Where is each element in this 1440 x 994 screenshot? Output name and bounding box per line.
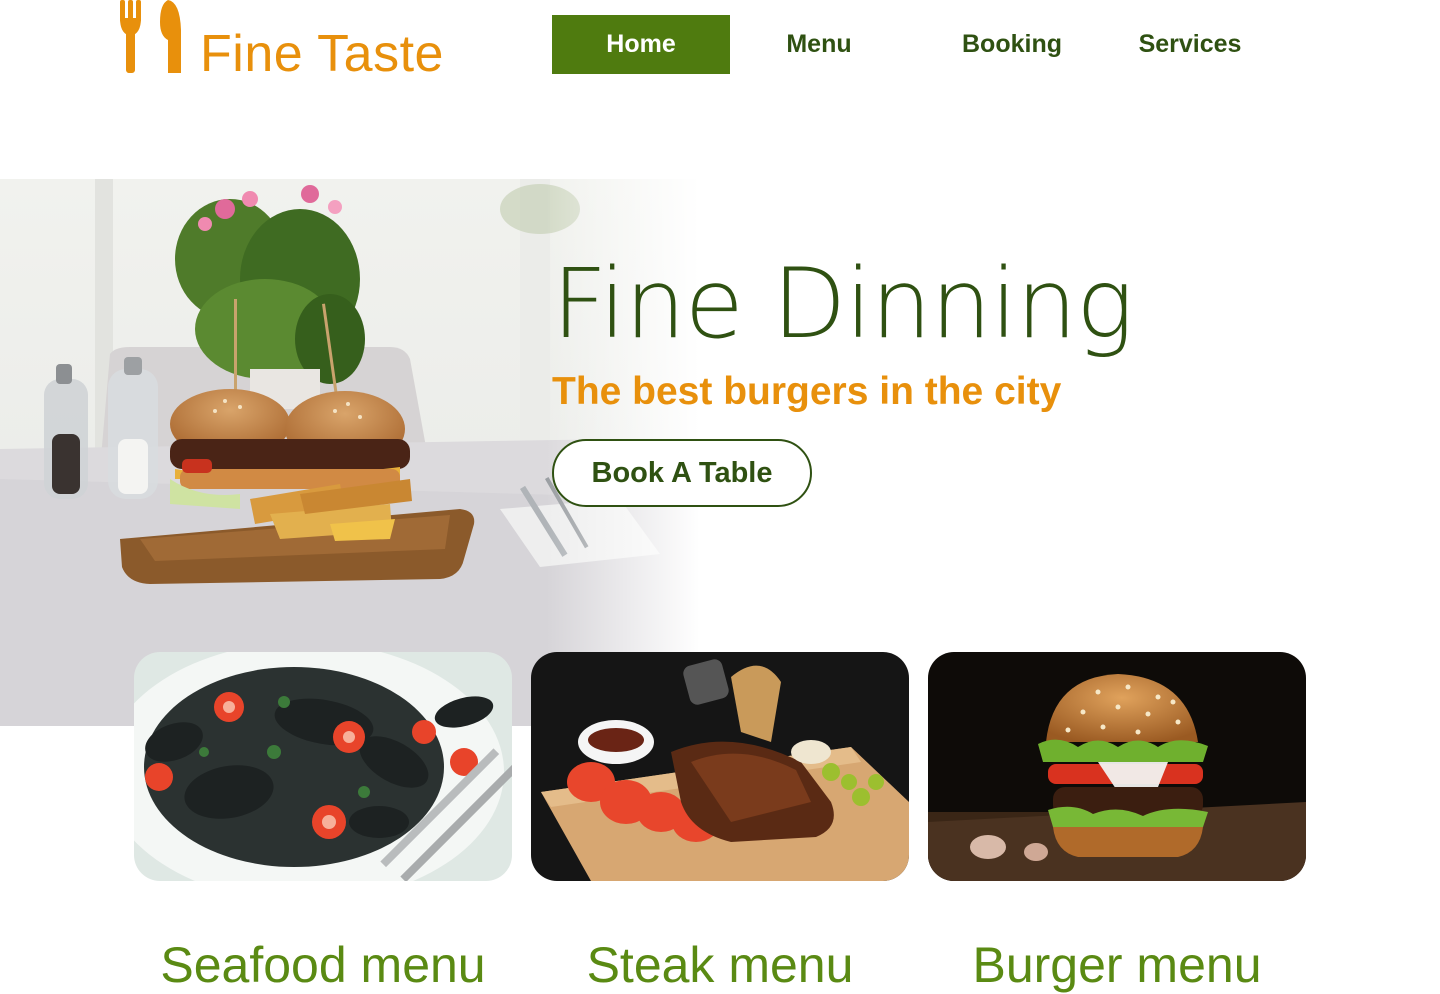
nav-item-booking[interactable]: Booking — [932, 15, 1092, 74]
seafood-menu-title[interactable]: Seafood menu — [134, 936, 512, 994]
fork-knife-icon — [120, 0, 181, 73]
brand-name: Fine Taste — [200, 25, 444, 83]
nav-item-services[interactable]: Services — [1110, 15, 1270, 74]
hero-subtitle: The best burgers in the city — [552, 370, 1062, 413]
steak-menu-card[interactable] — [531, 652, 909, 881]
nav-item-menu[interactable]: Menu — [730, 15, 908, 74]
nav-item-home[interactable]: Home — [552, 15, 730, 74]
burger-menu-title[interactable]: Burger menu — [928, 936, 1306, 994]
book-table-button[interactable]: Book A Table — [552, 439, 812, 507]
seafood-menu-card[interactable] — [134, 652, 512, 881]
mussels-pasta-photo — [134, 652, 512, 881]
burger-menu-card[interactable] — [928, 652, 1306, 881]
steak-menu-title[interactable]: Steak menu — [531, 936, 909, 994]
hero-title: Fine Dinning — [552, 248, 1134, 360]
ribs-board-photo — [531, 652, 909, 881]
cheeseburger-photo — [928, 652, 1306, 881]
